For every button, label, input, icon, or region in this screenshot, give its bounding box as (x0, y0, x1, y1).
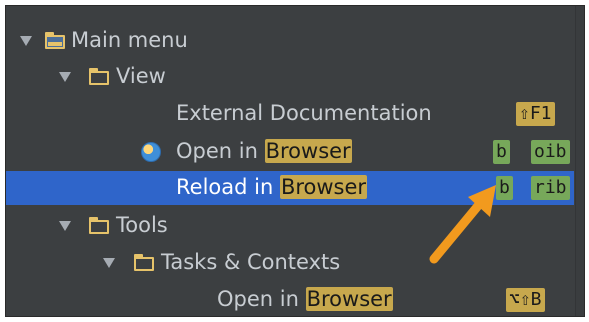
tree-label-tools: Tools (116, 213, 168, 237)
folder-icon (134, 254, 154, 271)
search-highlight: Browser (305, 287, 393, 311)
folder-icon (45, 32, 65, 49)
globe-icon (141, 142, 161, 162)
tree-label-view: View (116, 64, 166, 88)
tree-label-main-menu: Main menu (71, 28, 188, 52)
tree-row-view[interactable]: View (6, 60, 574, 94)
shortcut-badge: ⇧F1 (516, 102, 555, 126)
shortcut-badge: b (493, 140, 510, 164)
tree-label-open-in-browser-2: Open in Browser (217, 287, 393, 311)
tree-label-external-documentation: External Documentation (176, 101, 432, 125)
search-highlight: Browser (264, 139, 352, 163)
keymap-tree-panel: Main menu View External Documentation ⇧F… (5, 5, 585, 317)
tree-row-main-menu[interactable]: Main menu (6, 24, 574, 58)
tree-row-external-documentation[interactable]: External Documentation ⇧F1 (6, 97, 574, 131)
shortcut-badge: oib (531, 140, 570, 164)
chevron-down-icon[interactable] (59, 221, 71, 231)
vertical-scrollbar[interactable] (575, 6, 584, 316)
tree-label-tasks-contexts: Tasks & Contexts (161, 250, 341, 274)
tree-row-open-in-browser[interactable]: Open in Browser b oib (6, 135, 574, 169)
chevron-down-icon[interactable] (59, 72, 71, 82)
chevron-down-icon[interactable] (20, 36, 32, 46)
shortcut-badge: ⌥⇧B (506, 288, 545, 312)
tree-row-open-in-browser-2[interactable]: Open in Browser ⌥⇧B (6, 283, 574, 316)
tree-label-open-in-browser: Open in Browser (176, 139, 352, 163)
folder-icon (89, 217, 109, 234)
shortcut-badge: rib (531, 176, 570, 200)
search-highlight: Browser (279, 175, 368, 199)
tree-label-reload-in-browser: Reload in Browser (176, 175, 368, 199)
folder-icon (89, 68, 109, 85)
callout-arrow-icon (429, 185, 496, 264)
chevron-down-icon[interactable] (103, 258, 115, 268)
